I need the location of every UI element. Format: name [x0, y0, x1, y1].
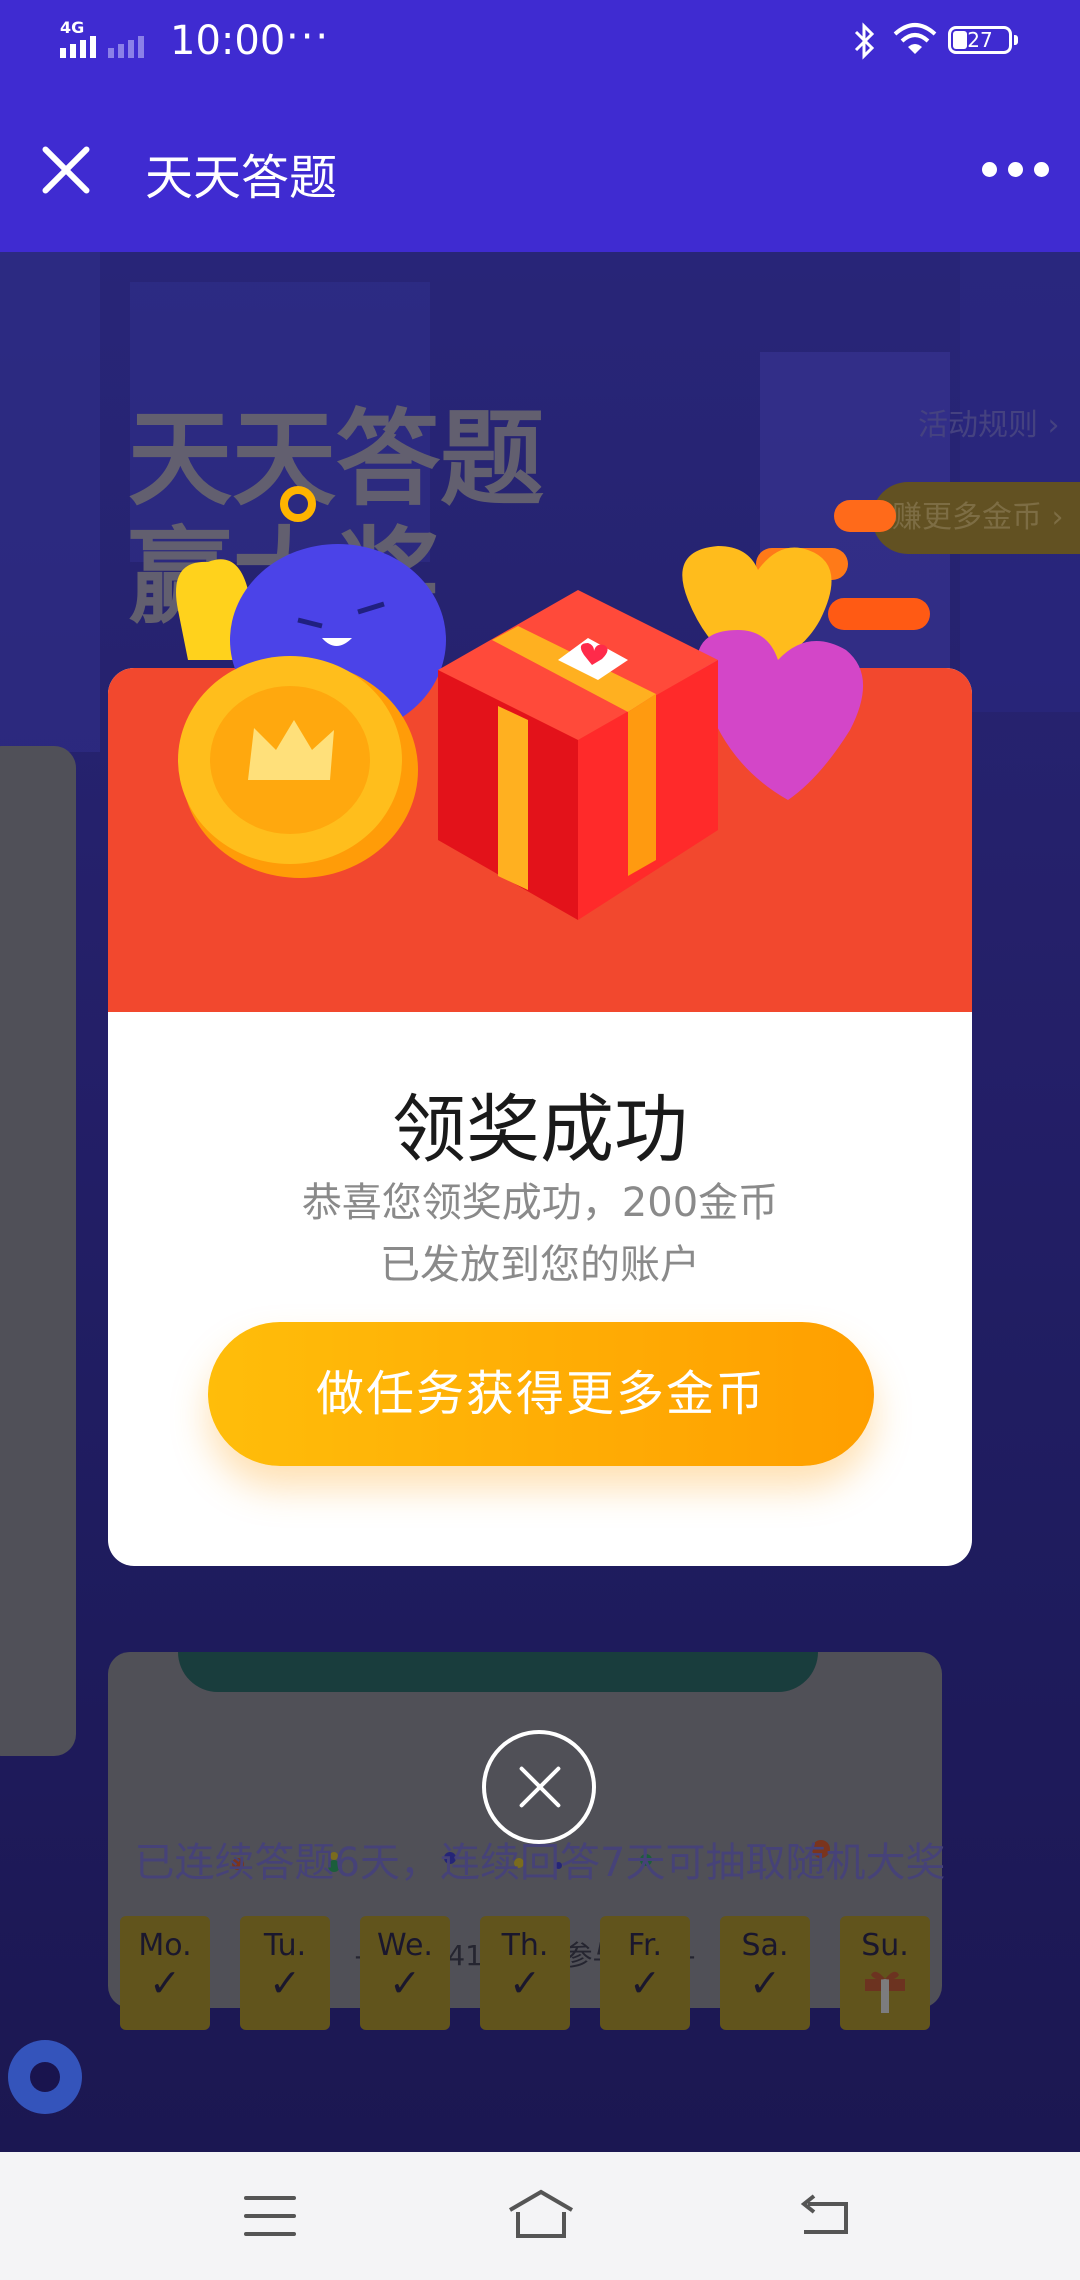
modal-subtitle: 恭喜您领奖成功，200金币 已发放到您的账户 [301, 1180, 779, 1288]
more-tasks-button[interactable]: 做任务获得更多金币 [208, 1322, 874, 1466]
wifi-icon [893, 23, 937, 54]
signal-icon: 4G [56, 18, 166, 62]
gift-icon [438, 590, 718, 920]
close-modal-button[interactable] [482, 1730, 596, 1844]
status-bar: 4G 10:00 ··· 27 [0, 0, 1080, 84]
menu-icon[interactable] [244, 2196, 296, 2236]
reward-illustration [176, 486, 930, 920]
bluetooth-icon [854, 22, 875, 60]
top-bar: 4G 10:00 ··· 27 天天答题 [0, 0, 1080, 252]
home-icon[interactable] [506, 2188, 576, 2240]
battery-icon: 27 [948, 26, 1018, 54]
status-time: 10:00 [170, 18, 286, 64]
status-more-dots: ··· [286, 14, 331, 60]
back-icon[interactable] [798, 2192, 850, 2236]
network-type: 4G [60, 18, 85, 37]
app-title: 天天答题 [145, 150, 338, 206]
app-bar: 天天答题 [0, 110, 1080, 230]
ring-decoration [280, 486, 316, 522]
more-icon[interactable] [982, 162, 1050, 178]
system-nav-bar [0, 2152, 1080, 2280]
modal-title: 领奖成功 [392, 1087, 688, 1173]
battery-level: 27 [967, 28, 993, 52]
close-icon[interactable] [40, 144, 92, 196]
